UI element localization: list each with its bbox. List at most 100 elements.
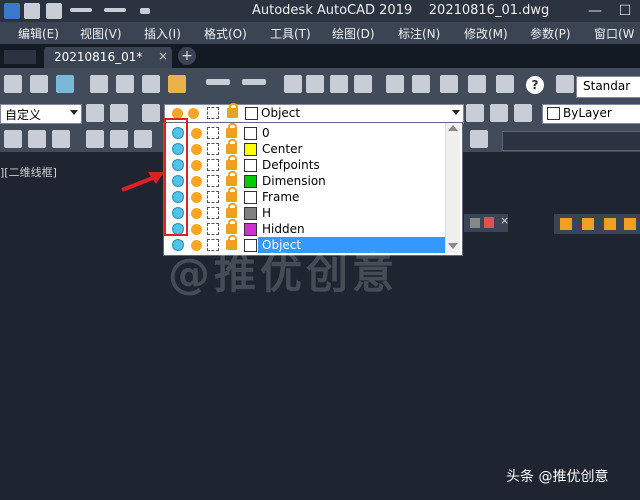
undo-icon[interactable] bbox=[70, 8, 92, 12]
layer-row[interactable]: Center bbox=[164, 139, 462, 157]
menu-edit[interactable]: 编辑(E) bbox=[18, 25, 59, 42]
menu-dimension[interactable]: 标注(N) bbox=[398, 25, 440, 42]
sun-icon[interactable] bbox=[191, 224, 202, 235]
app-menu-icon[interactable] bbox=[4, 3, 20, 19]
open-icon[interactable] bbox=[4, 75, 22, 93]
sun-icon[interactable] bbox=[191, 128, 202, 139]
help-icon[interactable]: ? bbox=[526, 76, 544, 94]
gear-icon[interactable] bbox=[86, 104, 104, 122]
zoom-previous-icon[interactable] bbox=[354, 75, 372, 93]
layer-row[interactable]: Defpoints bbox=[164, 155, 462, 173]
properties-icon[interactable] bbox=[386, 75, 404, 93]
layer-name: 0 bbox=[262, 126, 270, 140]
color-combo[interactable]: ByLayer bbox=[542, 104, 640, 124]
dim-lock-icon[interactable] bbox=[560, 218, 572, 230]
layer-properties-icon[interactable] bbox=[142, 104, 160, 122]
layer-previous-icon[interactable] bbox=[490, 104, 508, 122]
undo-icon[interactable] bbox=[206, 79, 230, 85]
viewport-freeze-icon[interactable] bbox=[207, 223, 219, 235]
save-icon[interactable] bbox=[46, 3, 62, 19]
layer-row[interactable]: Dimension bbox=[164, 171, 462, 189]
layer-state-icon[interactable] bbox=[514, 104, 532, 122]
design-center-icon[interactable] bbox=[412, 75, 430, 93]
lock-icon[interactable] bbox=[484, 217, 494, 228]
cylinder-icon[interactable] bbox=[28, 130, 46, 148]
minimize-button[interactable]: — bbox=[580, 0, 610, 22]
lock-icon[interactable] bbox=[226, 123, 237, 138]
sun-icon[interactable] bbox=[191, 192, 202, 203]
sun-icon[interactable] bbox=[191, 160, 202, 171]
dim-lock-icon[interactable] bbox=[624, 218, 636, 230]
menu-modify[interactable]: 修改(M) bbox=[464, 25, 508, 42]
lock-icon[interactable] bbox=[226, 155, 237, 170]
viewport-freeze-icon[interactable] bbox=[207, 143, 219, 155]
publish-icon[interactable] bbox=[56, 75, 74, 93]
dim-lock-icon[interactable] bbox=[604, 218, 616, 230]
make-current-icon[interactable] bbox=[466, 104, 484, 122]
linetype-combo[interactable] bbox=[502, 131, 640, 151]
menu-parameters[interactable]: 参数(P) bbox=[530, 25, 571, 42]
maximize-button[interactable]: ☐ bbox=[610, 0, 640, 22]
new-icon[interactable] bbox=[24, 3, 40, 19]
calculator-icon[interactable] bbox=[496, 75, 514, 93]
menu-view[interactable]: 视图(V) bbox=[80, 25, 122, 42]
sun-icon[interactable] bbox=[191, 208, 202, 219]
menu-window[interactable]: 窗口(W bbox=[594, 25, 635, 42]
layer-row[interactable]: 0 bbox=[164, 123, 462, 141]
viewport-freeze-icon[interactable] bbox=[207, 159, 219, 171]
menu-format[interactable]: 格式(O) bbox=[204, 25, 247, 42]
text-style-combo[interactable]: Standar bbox=[576, 76, 640, 98]
scroll-down-icon[interactable] bbox=[448, 243, 458, 249]
dim-lock-icon[interactable] bbox=[582, 218, 594, 230]
view-top-icon[interactable] bbox=[86, 130, 104, 148]
viewport-label[interactable]: ][二维线框] bbox=[0, 164, 57, 180]
color-swatch bbox=[547, 107, 560, 120]
layer-row[interactable]: Hidden bbox=[164, 219, 462, 237]
sun-icon[interactable] bbox=[191, 144, 202, 155]
dropdown-scrollbar[interactable] bbox=[445, 123, 460, 253]
viewport-freeze-icon[interactable] bbox=[207, 207, 219, 219]
redo-icon[interactable] bbox=[104, 8, 126, 12]
workspace-settings-icon[interactable] bbox=[110, 104, 128, 122]
lock-icon[interactable] bbox=[226, 219, 237, 234]
paste-icon[interactable] bbox=[142, 75, 160, 93]
layer-row[interactable]: H bbox=[164, 203, 462, 221]
menu-draw[interactable]: 绘图(D) bbox=[332, 25, 375, 42]
copy-icon[interactable] bbox=[116, 75, 134, 93]
print-icon[interactable] bbox=[30, 75, 48, 93]
viewport-freeze-icon[interactable] bbox=[207, 175, 219, 187]
text-style-icon[interactable] bbox=[556, 75, 574, 93]
menu-insert[interactable]: 插入(I) bbox=[144, 25, 181, 42]
lock-icon[interactable] bbox=[226, 203, 237, 218]
customize-icon[interactable] bbox=[140, 8, 150, 14]
lock-icon[interactable] bbox=[226, 187, 237, 202]
scroll-up-icon[interactable] bbox=[448, 125, 458, 131]
start-tab[interactable] bbox=[4, 50, 36, 64]
close-icon[interactable]: × bbox=[500, 214, 509, 227]
cut-icon[interactable] bbox=[90, 75, 108, 93]
lock-icon[interactable] bbox=[226, 171, 237, 186]
pan-icon[interactable] bbox=[284, 75, 302, 93]
zoom-window-icon[interactable] bbox=[330, 75, 348, 93]
sun-icon[interactable] bbox=[191, 176, 202, 187]
text-style-value: Standar bbox=[583, 79, 631, 93]
cone-icon[interactable] bbox=[52, 130, 70, 148]
zoom-realtime-icon[interactable] bbox=[306, 75, 324, 93]
sheet-set-icon[interactable] bbox=[468, 75, 486, 93]
box-icon[interactable] bbox=[4, 130, 22, 148]
view-left-icon[interactable] bbox=[134, 130, 152, 148]
viewport-freeze-icon[interactable] bbox=[207, 191, 219, 203]
tool-palettes-icon[interactable] bbox=[440, 75, 458, 93]
lock-icon[interactable] bbox=[226, 139, 237, 154]
viewport-freeze-icon[interactable] bbox=[207, 127, 219, 139]
new-tab-button[interactable]: + bbox=[178, 47, 196, 65]
close-icon[interactable]: × bbox=[158, 49, 168, 63]
view-front-icon[interactable] bbox=[110, 130, 128, 148]
redo-icon[interactable] bbox=[242, 79, 266, 85]
menu-tools[interactable]: 工具(T) bbox=[270, 25, 311, 42]
match-properties-icon[interactable] bbox=[168, 75, 186, 93]
layer-combo[interactable]: Object bbox=[164, 103, 464, 124]
workspace-combo[interactable]: 自定义 bbox=[0, 104, 82, 124]
layer-row[interactable]: Frame bbox=[164, 187, 462, 205]
walk-icon[interactable] bbox=[470, 130, 488, 148]
